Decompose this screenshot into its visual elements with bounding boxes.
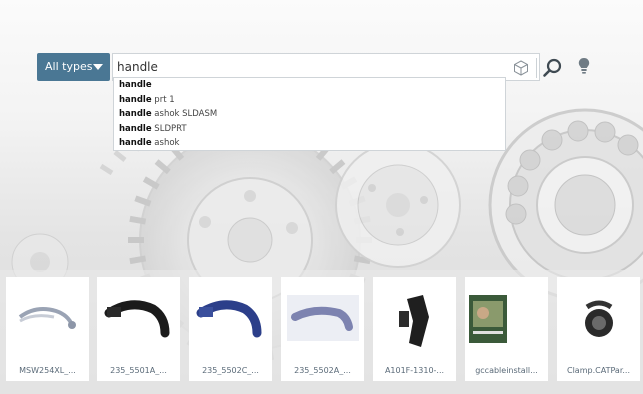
suggestion-rest: ashok SLDASM: [151, 109, 218, 120]
lightbulb-icon[interactable]: [577, 56, 591, 76]
part-thumbnail: [585, 300, 613, 337]
result-card[interactable]: 235_5502A_...: [281, 277, 364, 381]
result-card[interactable]: 235_5501A_...: [97, 277, 180, 381]
result-caption: 235_5501A_...: [110, 366, 167, 375]
result-card[interactable]: MSW254XL_...: [6, 277, 89, 381]
result-caption: MSW254XL_...: [19, 366, 76, 375]
caret-down-icon: [93, 64, 103, 70]
result-caption: Clamp.CATPar...: [567, 366, 630, 375]
suggestion-item[interactable]: handle prt 1: [114, 93, 505, 108]
suggestion-item[interactable]: handle ashok SLDASM: [114, 107, 505, 122]
search-input[interactable]: [117, 57, 487, 77]
result-card[interactable]: A101F-1310-...: [373, 277, 456, 381]
result-caption: A101F-1310-...: [384, 366, 445, 375]
suggestion-match: handle: [119, 138, 152, 149]
part-thumbnail: [399, 295, 429, 347]
suggestion-rest: prt 1: [151, 94, 175, 105]
search-divider: [536, 58, 537, 78]
gear-tooth: [129, 255, 147, 265]
type-filter-label: All types: [45, 60, 93, 73]
result-caption: 235_5502C_...: [202, 366, 259, 375]
suggestion-match: handle: [119, 123, 152, 134]
gear-tooth: [142, 176, 160, 190]
results-strip: MSW254XL_... 235_5501A_... 235_5502C_...…: [0, 277, 643, 385]
search-icon[interactable]: [541, 56, 565, 80]
part-thumbnail: [104, 300, 170, 338]
suggestion-item[interactable]: handle SLDPRT: [114, 122, 505, 137]
suggestion-item[interactable]: handle ashok: [114, 136, 505, 151]
result-caption: gccableinstall...: [475, 366, 538, 375]
suggestion-match: handle: [119, 109, 152, 120]
part-thumbnail: [18, 307, 76, 329]
suggestion-item[interactable]: handle: [114, 78, 505, 93]
autocomplete-list: handle handle prt 1 handle ashok SLDASM …: [113, 77, 506, 151]
type-filter-dropdown[interactable]: All types: [37, 53, 110, 81]
result-caption: 235_5502A_...: [294, 366, 351, 375]
suggestion-rest: SLDPRT: [151, 123, 187, 134]
gear-tooth: [154, 159, 171, 175]
result-card[interactable]: Clamp.CATPar...: [557, 277, 640, 381]
cube-icon[interactable]: [512, 59, 530, 77]
suggestion-match: handle: [119, 94, 152, 105]
part-thumbnail: [196, 300, 262, 338]
part-thumbnail: [287, 295, 359, 341]
gear-tooth: [329, 159, 346, 175]
suggestion-rest: ashok: [151, 138, 180, 149]
gear-tooth: [129, 215, 147, 225]
result-card[interactable]: 235_5502C_...: [189, 277, 272, 381]
suggestion-match: handle: [119, 80, 152, 90]
document-thumbnail: [469, 295, 507, 343]
result-card[interactable]: gccableinstall...: [465, 277, 548, 381]
